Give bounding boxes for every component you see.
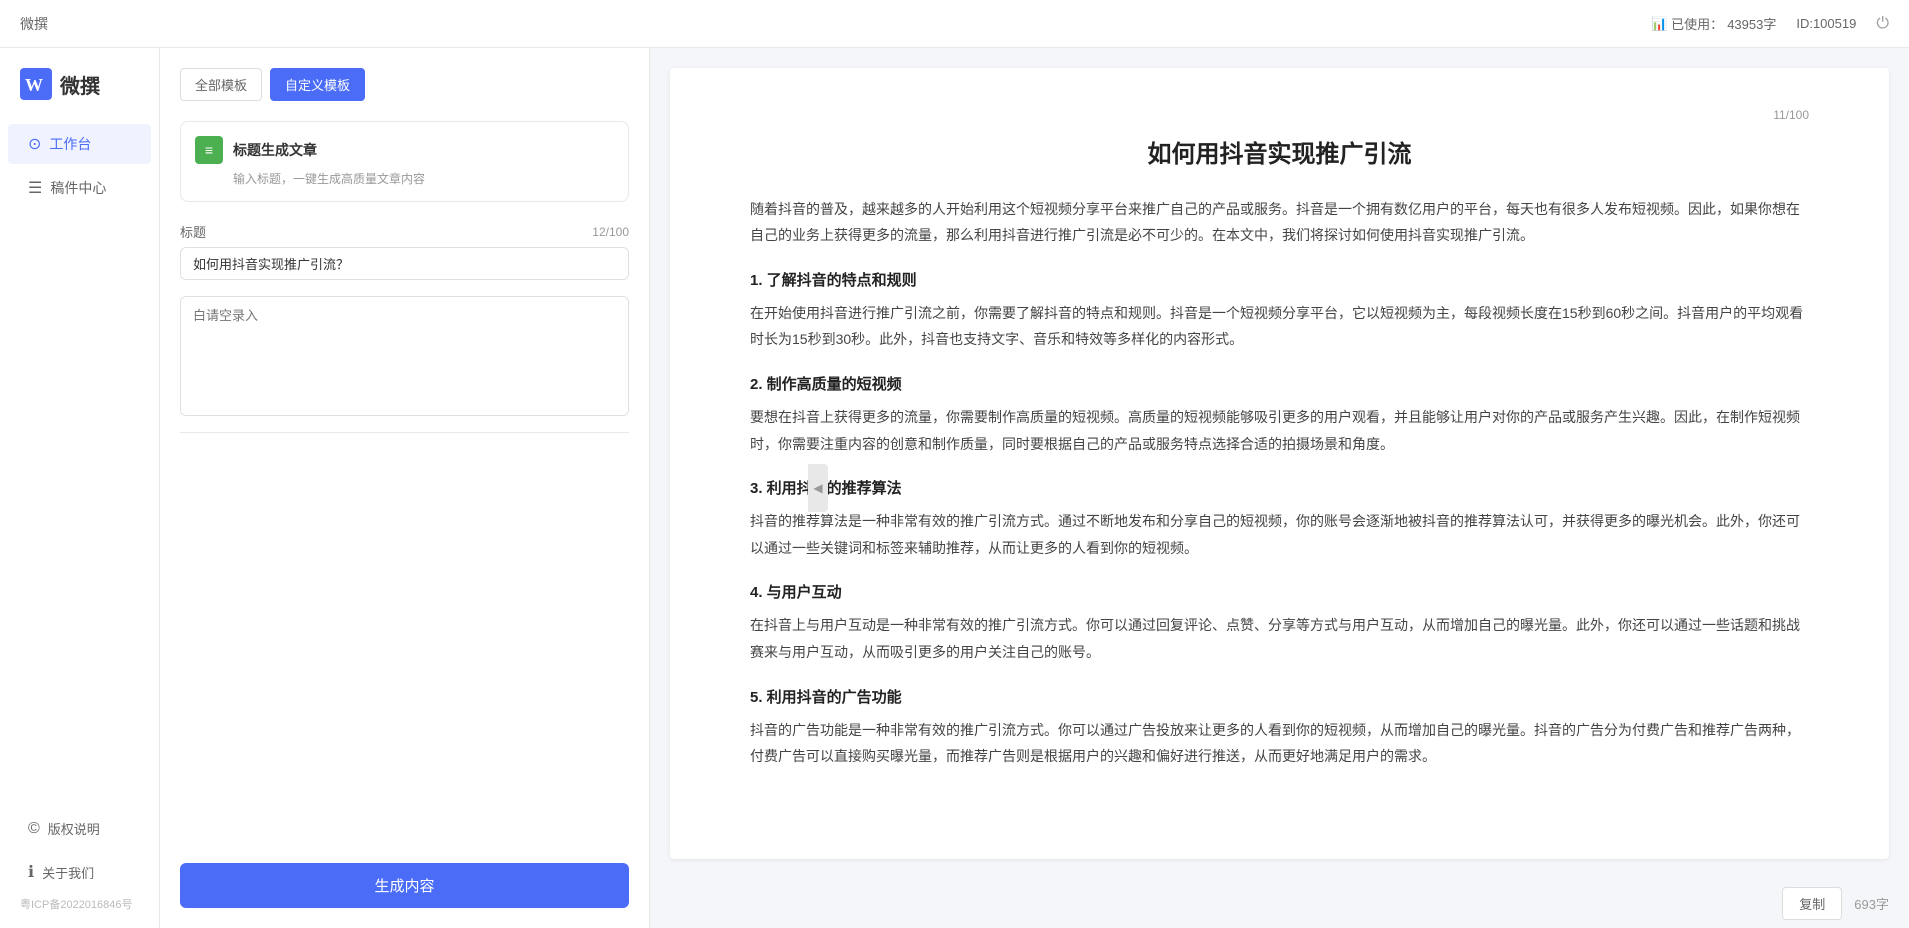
content-area: 全部模板 自定义模板 ≡ 标题生成文章 输入标题，一键生成高质量文章内容 标题 … — [160, 48, 1909, 928]
sidebar-item-workbench[interactable]: ⊙ 工作台 — [8, 124, 151, 164]
info-icon: ℹ — [28, 862, 34, 882]
topbar-title: 微撰 — [20, 14, 48, 34]
copyright-icon: © — [28, 820, 40, 838]
doc-section-title-3: 4. 与用户互动 — [750, 581, 1809, 602]
form-label-row: 标题 12/100 — [180, 222, 629, 241]
usage-label: 已使用： — [1671, 14, 1723, 33]
sidebar-logo: W 微撰 — [0, 68, 159, 124]
sidebar-item-about[interactable]: ℹ 关于我们 — [8, 852, 151, 892]
template-card-header: ≡ 标题生成文章 — [195, 136, 614, 164]
doc-section-body-4: 抖音的广告功能是一种非常有效的推广引流方式。你可以通过广告投放来让更多的人看到你… — [750, 717, 1809, 770]
topbar-usage: 📊 已使用： 43953字 — [1651, 14, 1776, 33]
content-textarea[interactable] — [180, 296, 629, 416]
form-section-title: 标题 12/100 — [180, 222, 629, 280]
chevron-left-icon: ◀ — [813, 481, 822, 495]
doc-sections: 1. 了解抖音的特点和规则在开始使用抖音进行推广引流之前，你需要了解抖音的特点和… — [750, 269, 1809, 770]
collapse-toggle[interactable]: ◀ — [808, 464, 828, 512]
sidebar-item-copyright-label: 版权说明 — [48, 819, 100, 838]
template-icon-letter: ≡ — [205, 142, 213, 158]
tab-custom-templates[interactable]: 自定义模板 — [270, 68, 365, 101]
right-content: 11/100 如何用抖音实现推广引流 随着抖音的普及，越来越多的人开始利用这个短… — [670, 68, 1889, 859]
form-counter-title: 12/100 — [592, 225, 629, 239]
doc-section-title-4: 5. 利用抖音的广告功能 — [750, 686, 1809, 707]
sidebar-item-about-label: 关于我们 — [42, 863, 94, 882]
usage-count: 43953字 — [1727, 14, 1776, 33]
copy-button[interactable]: 复制 — [1782, 887, 1842, 920]
tab-all-templates[interactable]: 全部模板 — [180, 68, 262, 101]
doc-section-body-0: 在开始使用抖音进行推广引流之前，你需要了解抖音的特点和规则。抖音是一个短视频分享… — [750, 300, 1809, 353]
title-input[interactable] — [180, 247, 629, 280]
left-panel: 全部模板 自定义模板 ≡ 标题生成文章 输入标题，一键生成高质量文章内容 标题 … — [160, 48, 650, 928]
topbar: 微撰 📊 已使用： 43953字 ID:100519 ⏻ — [0, 0, 1909, 48]
power-icon[interactable]: ⏻ — [1876, 15, 1889, 33]
svg-text:W: W — [25, 75, 43, 95]
right-panel: 11/100 如何用抖音实现推广引流 随着抖音的普及，越来越多的人开始利用这个短… — [650, 48, 1909, 928]
template-card[interactable]: ≡ 标题生成文章 输入标题，一键生成高质量文章内容 — [180, 121, 629, 202]
doc-section-title-2: 3. 利用抖音的推荐算法 — [750, 477, 1809, 498]
doc-page-num: 11/100 — [750, 108, 1809, 122]
topbar-id: ID:100519 — [1796, 16, 1856, 31]
doc-section-title-1: 2. 制作高质量的短视频 — [750, 373, 1809, 394]
template-title: 标题生成文章 — [233, 140, 317, 160]
doc-section-title-0: 1. 了解抖音的特点和规则 — [750, 269, 1809, 290]
tab-row: 全部模板 自定义模板 — [180, 68, 629, 101]
sidebar-item-drafts-label: 稿件中心 — [50, 178, 106, 198]
sidebar-bottom: © 版权说明 ℹ 关于我们 — [0, 809, 159, 892]
sidebar: W 微撰 ⊙ 工作台 ☰ 稿件中心 © 版权说明 — [0, 48, 160, 928]
form-divider — [180, 432, 629, 433]
sidebar-item-drafts[interactable]: ☰ 稿件中心 — [8, 168, 151, 208]
logo-icon: W — [20, 68, 52, 100]
topbar-right: 📊 已使用： 43953字 ID:100519 ⏻ — [1651, 14, 1889, 33]
drafts-icon: ☰ — [28, 178, 42, 198]
generate-button[interactable]: 生成内容 — [180, 863, 629, 908]
icp-text: 粤ICP备2022016846号 — [0, 892, 159, 912]
right-footer: 复制 693字 — [650, 879, 1909, 928]
doc-section-body-1: 要想在抖音上获得更多的流量，你需要制作高质量的短视频。高质量的短视频能够吸引更多… — [750, 404, 1809, 457]
sidebar-item-workbench-label: 工作台 — [49, 134, 91, 154]
word-count: 693字 — [1854, 894, 1889, 913]
logo-text: 微撰 — [60, 70, 100, 99]
sidebar-nav: ⊙ 工作台 ☰ 稿件中心 — [0, 124, 159, 208]
main-layout: W 微撰 ⊙ 工作台 ☰ 稿件中心 © 版权说明 — [0, 48, 1909, 928]
doc-section-body-2: 抖音的推荐算法是一种非常有效的推广引流方式。通过不断地发布和分享自己的短视频，你… — [750, 508, 1809, 561]
template-icon: ≡ — [195, 136, 223, 164]
database-icon: 📊 — [1651, 16, 1667, 32]
doc-intro: 随着抖音的普及，越来越多的人开始利用这个短视频分享平台来推广自己的产品或服务。抖… — [750, 196, 1809, 249]
doc-title: 如何用抖音实现推广引流 — [750, 138, 1809, 172]
sidebar-item-copyright[interactable]: © 版权说明 — [8, 809, 151, 848]
doc-section-body-3: 在抖音上与用户互动是一种非常有效的推广引流方式。你可以通过回复评论、点赞、分享等… — [750, 612, 1809, 665]
template-desc: 输入标题，一键生成高质量文章内容 — [233, 170, 614, 187]
form-label-title: 标题 — [180, 222, 206, 241]
workbench-icon: ⊙ — [28, 134, 41, 154]
